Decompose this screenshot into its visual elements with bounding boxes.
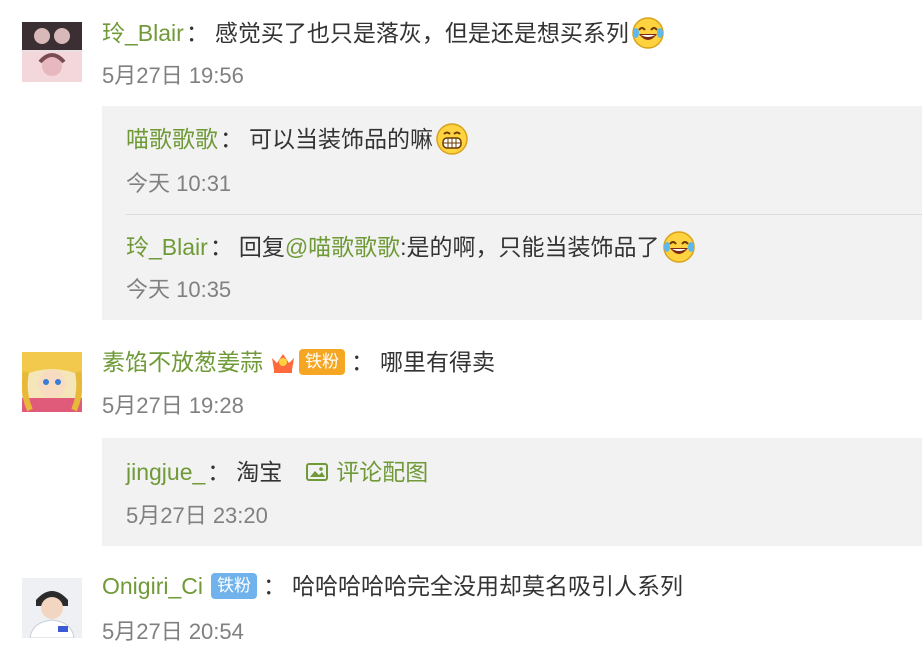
reply-box: 喵歌歌歌 ： 可以当装饰品的嘛 今天 10:31 玲_Blair ： 回复 @喵… [102,106,922,320]
separator: ： [351,349,374,375]
mention-link[interactable]: @喵歌歌歌 [285,231,400,263]
separator: ： [185,20,209,46]
laugh-cry-emoji [632,17,664,49]
reply-text: 淘宝 [236,459,283,485]
avatar[interactable] [22,22,82,82]
username-link[interactable]: Onigiri_Ci [102,570,203,602]
reply-prefix: 回复 [238,234,285,260]
image-link-label: 评论配图 [336,459,429,485]
comment-timestamp: 5月27日 20:54 [102,619,244,644]
divider [126,214,922,215]
username-link[interactable]: 玲_Blair [102,17,184,49]
grin-emoji [436,123,468,155]
comment-line: Onigiri_Ci 铁粉 ： 哈哈哈哈哈完全没用却莫名吸引人系列 [102,570,683,602]
username-link[interactable]: 素馅不放葱姜蒜 [102,346,263,378]
comment-line: 素馅不放葱姜蒜 铁粉 ： 哪里有得卖 [102,346,495,378]
separator: ： [209,234,233,260]
reply-box: jingjue_ ： 淘宝 评论配图 5月27日 23:20 [102,438,922,546]
separator: ： [220,126,243,152]
username-link[interactable]: jingjue_ [126,456,205,488]
username-link[interactable]: 玲_Blair [126,231,208,263]
reply-text: :是的啊，只能当装饰品了 [400,234,660,260]
crown-icon [272,354,294,373]
comment-text: 哈哈哈哈哈完全没用却莫名吸引人系列 [291,573,683,599]
separator: ： [207,459,231,485]
avatar[interactable] [22,578,82,638]
comment-timestamp: 5月27日 19:56 [102,63,244,88]
reply-line: 喵歌歌歌 ： 可以当装饰品的嘛 [126,122,469,156]
comment-image-link[interactable]: 评论配图 [306,456,428,488]
comment-text: 哪里有得卖 [380,349,495,375]
image-icon [306,463,329,481]
reply-line: jingjue_ ： 淘宝 评论配图 [126,456,428,488]
reply-line: 玲_Blair ： 回复 @喵歌歌歌 :是的啊，只能当装饰品了 [126,230,696,264]
reply-timestamp: 今天 10:31 [126,171,232,196]
comment-line: 玲_Blair ： 感觉买了也只是落灰，但是还是想买系列 [102,16,665,50]
comment-timestamp: 5月27日 19:28 [102,393,244,418]
fan-badge[interactable]: 铁粉 [210,573,257,599]
reply-timestamp: 5月27日 23:20 [126,503,268,528]
separator: ： [262,573,286,599]
fan-badge[interactable]: 铁粉 [299,349,345,375]
reply-timestamp: 今天 10:35 [126,277,232,302]
username-link[interactable]: 喵歌歌歌 [126,123,218,155]
comment-text: 感觉买了也只是落灰，但是还是想买系列 [214,20,629,46]
avatar[interactable] [22,352,82,412]
reply-text: 可以当装饰品的嘛 [249,126,433,152]
laugh-cry-emoji [662,231,695,263]
